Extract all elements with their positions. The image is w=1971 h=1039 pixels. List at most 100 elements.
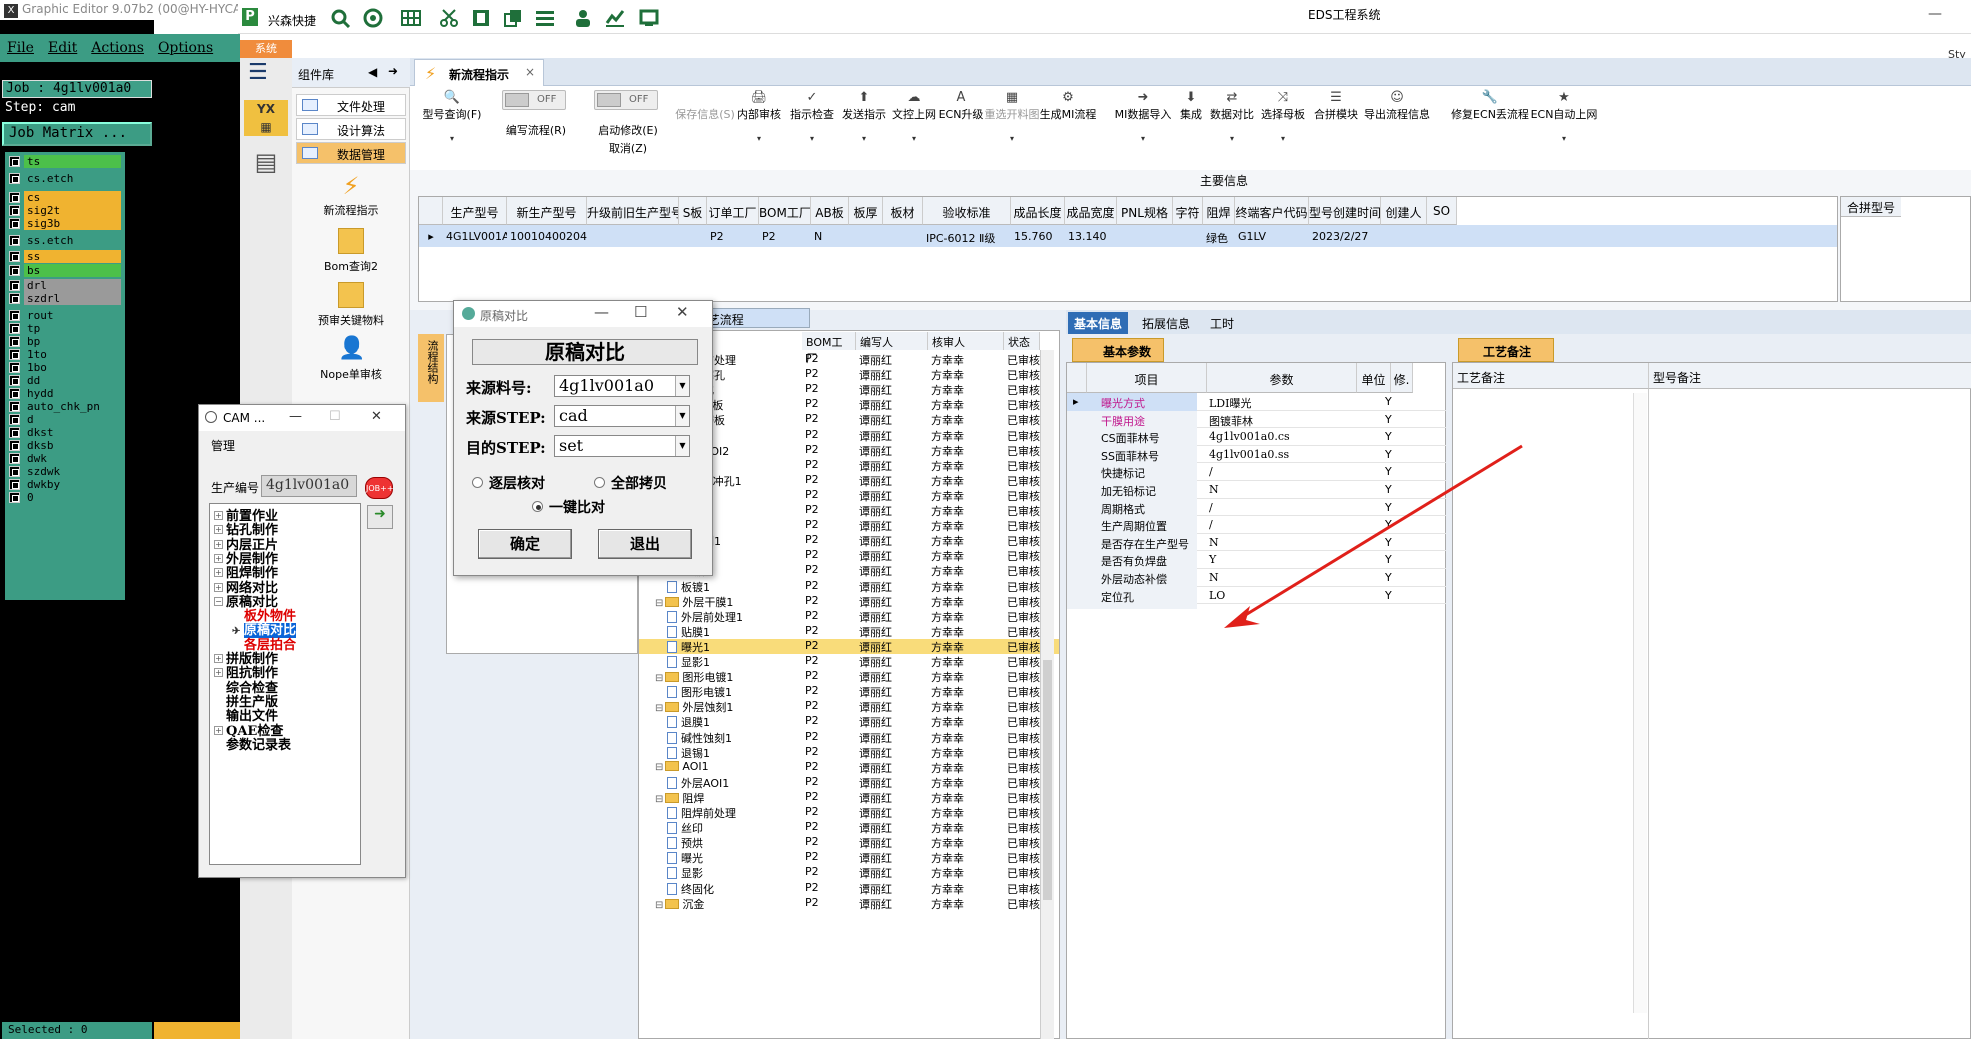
param-row[interactable]: 周期格式 / Y <box>1067 498 1447 521</box>
layer-row[interactable]: tp <box>9 321 121 335</box>
process-row[interactable]: ⊟ 图形电镀1 P2 谭丽红 方幸幸 已审核 <box>639 669 1059 684</box>
main-info-col[interactable]: AB板 <box>811 197 849 225</box>
collapse-icon[interactable]: ◀ <box>368 65 377 79</box>
param-value[interactable]: Y <box>1209 553 1216 566</box>
process-row[interactable]: ⊟ 沉金 P2 谭丽红 方幸幸 已审核 <box>639 896 1059 911</box>
copy-icon[interactable] <box>502 8 524 28</box>
param-row[interactable]: 干膜用途 图镀菲林 Y <box>1067 410 1447 433</box>
process-row[interactable]: 外层AOI1 P2 谭丽红 方幸幸 已审核 <box>639 775 1059 790</box>
layer-row[interactable]: dkst <box>9 425 121 439</box>
cam-tree-node[interactable]: 参数记录表 <box>214 734 291 753</box>
layer-row[interactable]: d <box>9 412 121 426</box>
maximize-button[interactable]: ☐ <box>634 303 647 321</box>
window-icon[interactable] <box>638 8 660 28</box>
tab-new-process[interactable]: ⚡ 新流程指示 × <box>414 59 544 86</box>
main-info-col[interactable]: 升级前旧生产型号 <box>587 197 679 225</box>
layer-checkbox[interactable] <box>9 292 20 304</box>
process-row[interactable]: 丝印 P2 谭丽红 方幸幸 已审核 <box>639 820 1059 835</box>
main-info-cell[interactable] <box>1381 225 1427 247</box>
param-row[interactable]: 是否存在生产型号 N Y <box>1067 533 1447 556</box>
layer-row[interactable]: 1bo <box>9 360 121 374</box>
main-info-col[interactable]: 型号创建时间 <box>1309 197 1381 225</box>
toolbar-button[interactable]: ⇄ 数据对比 ▾ <box>1206 90 1258 162</box>
toolbar-button[interactable]: ⬇ 集成 <box>1172 90 1210 162</box>
chevron-down-icon[interactable]: ▾ <box>1524 134 1604 143</box>
notes-scrollbar[interactable] <box>1633 393 1647 1013</box>
process-row[interactable]: ⊟ 外层干膜1 P2 谭丽红 方幸幸 已审核 <box>639 594 1059 609</box>
toolbar-button[interactable]: ☺ 导出流程信息 <box>1360 90 1434 162</box>
cl-new-process[interactable]: ⚡ 新流程指示 <box>292 172 410 218</box>
layer-checkbox[interactable] <box>9 279 20 291</box>
param-value[interactable]: / <box>1209 465 1213 478</box>
chevron-down-icon[interactable]: ▾ <box>884 134 944 143</box>
layer-checkbox[interactable] <box>9 374 20 386</box>
expand-toggle-icon[interactable]: ⊟ <box>655 673 663 684</box>
toolbar-button[interactable]: 🔍 型号查询(F) ▾ <box>410 90 494 162</box>
main-info-col[interactable]: BOM工厂 <box>759 197 811 225</box>
layer-row[interactable]: dwkby <box>9 477 121 491</box>
system-tab[interactable]: 系统 <box>240 40 292 58</box>
param-row[interactable]: 定位孔 LO Y <box>1067 586 1447 609</box>
layer-row[interactable]: bp <box>9 334 121 348</box>
main-info-cell[interactable] <box>849 225 883 247</box>
main-info-col[interactable]: 订单工厂 <box>707 197 759 225</box>
main-info-cell[interactable] <box>1427 225 1457 247</box>
chevron-down-icon[interactable]: ▼ <box>675 376 689 396</box>
toolbar-button[interactable]: 🔧 修复ECN丢流程 <box>1446 90 1534 162</box>
main-info-cell[interactable]: 4G1LV001A0 <box>443 225 507 247</box>
toolbar-button[interactable]: ☰ 合拼模块 <box>1310 90 1362 162</box>
param-row[interactable]: 加无铅标记 N Y <box>1067 481 1447 503</box>
main-info-col[interactable]: 板厚 <box>849 197 883 225</box>
cl-file-processing[interactable]: 文件处理 <box>296 94 406 116</box>
main-info-cell[interactable]: 绿色 <box>1203 225 1235 247</box>
expand-toggle-icon[interactable]: ⊟ <box>655 900 663 911</box>
layer-checkbox[interactable] <box>9 309 20 321</box>
cl-design-algorithm[interactable]: 设计算法 <box>296 118 406 140</box>
layer-checkbox[interactable] <box>9 452 20 464</box>
param-row[interactable]: ▸ 曝光方式 LDI曝光 Y <box>1067 393 1447 415</box>
scroll-thumb[interactable] <box>1043 660 1052 900</box>
layer-checkbox[interactable] <box>9 478 20 490</box>
param-row[interactable]: CS面菲林号 4g1lv001a0.cs Y <box>1067 428 1447 451</box>
main-info-cell[interactable]: G1LV <box>1235 225 1309 247</box>
toolbar-button[interactable]: ➜ MI数据导入 ▾ <box>1110 90 1176 162</box>
user-icon[interactable] <box>572 8 594 28</box>
cl-nope-review[interactable]: 👤 Nope单审核 <box>292 336 410 382</box>
maximize-button[interactable]: ☐ <box>329 409 341 424</box>
main-info-col[interactable]: 验收标准 <box>923 197 1011 225</box>
param-value[interactable]: / <box>1209 501 1213 514</box>
close-icon[interactable]: × <box>525 65 535 79</box>
minimize-button[interactable]: — <box>1928 6 1942 22</box>
param-value[interactable]: / <box>1209 518 1213 531</box>
process-notes-column[interactable] <box>1453 389 1649 1039</box>
process-structure-tab[interactable]: 流程结构 <box>418 334 444 402</box>
chevron-down-icon[interactable]: ▾ <box>410 134 494 143</box>
process-row[interactable]: ⊟ AOI1 P2 谭丽红 方幸幸 已审核 <box>639 760 1059 775</box>
main-info-cell[interactable]: 15.760 <box>1011 225 1065 247</box>
layer-row[interactable]: ts <box>9 154 121 168</box>
menu-icon[interactable]: ☰ <box>248 60 292 96</box>
layer-row[interactable]: dd <box>9 373 121 387</box>
radio-one-click[interactable]: 一键比对 <box>532 497 605 517</box>
param-value[interactable]: N <box>1209 571 1219 584</box>
grid-icon[interactable] <box>400 8 422 28</box>
collapse-icon[interactable]: − <box>214 596 223 606</box>
toggle-write-process[interactable]: OFF <box>502 90 566 110</box>
cam-menu-manage[interactable]: 管理 <box>211 437 235 454</box>
param-value[interactable]: 4g1lv001a0.ss <box>1209 448 1289 461</box>
param-row[interactable]: 快捷标记 / Y <box>1067 463 1447 486</box>
tab-basic-info[interactable]: 基本信息 <box>1068 312 1129 334</box>
main-info-cell[interactable]: 2023/2/27 <box>1309 225 1381 247</box>
layer-checkbox[interactable] <box>9 465 20 477</box>
expand-toggle-icon[interactable]: ⊟ <box>655 703 663 714</box>
main-info-cell[interactable]: IPC-6012 Ⅱ级 <box>923 225 1011 247</box>
layer-checkbox[interactable] <box>9 426 20 438</box>
param-value[interactable]: N <box>1209 483 1219 496</box>
layer-row[interactable]: bs <box>9 263 121 277</box>
main-info-col[interactable]: 成品长度 <box>1011 197 1065 225</box>
layer-checkbox[interactable] <box>9 491 20 503</box>
process-row[interactable]: ⊟ 阻焊 P2 谭丽红 方幸幸 已审核 <box>639 790 1059 805</box>
param-row[interactable]: 生产周期位置 / Y <box>1067 516 1447 539</box>
layer-checkbox[interactable] <box>9 250 20 262</box>
layer-row[interactable]: 1to <box>9 347 121 361</box>
